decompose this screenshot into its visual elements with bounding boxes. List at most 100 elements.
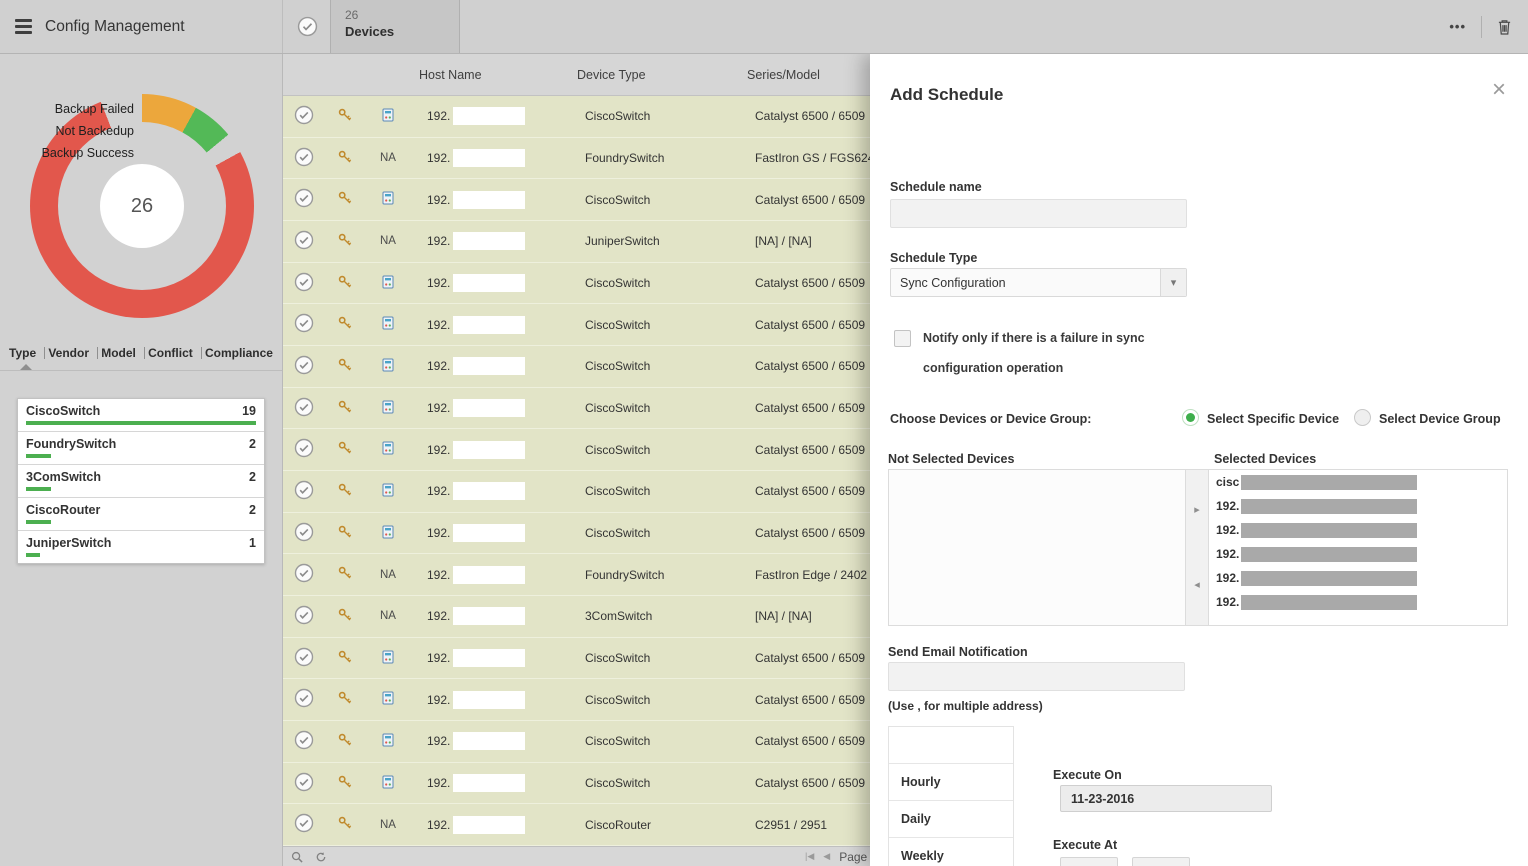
host-name-cell[interactable]: 192. <box>411 399 569 417</box>
selected-device-item[interactable]: 192. <box>1209 494 1507 518</box>
credentials-key-icon[interactable] <box>338 733 352 750</box>
row-checkbox[interactable] <box>294 605 314 628</box>
host-name-cell[interactable]: 192. <box>411 441 569 459</box>
host-name-cell[interactable]: 192. <box>411 316 569 334</box>
not-selected-devices-list[interactable] <box>888 469 1186 626</box>
row-checkbox[interactable] <box>294 647 314 670</box>
hamburger-menu-icon[interactable] <box>15 19 32 33</box>
row-checkbox[interactable] <box>294 563 314 586</box>
credentials-key-icon[interactable] <box>338 608 352 625</box>
schedule-type-select[interactable]: Sync Configuration ▾ <box>890 268 1187 297</box>
credentials-key-icon[interactable] <box>338 400 352 417</box>
host-name-cell[interactable]: 192. <box>411 774 569 792</box>
sidebar-tab[interactable]: Type <box>9 346 45 360</box>
credentials-key-icon[interactable] <box>338 525 352 542</box>
type-stat-row[interactable]: CiscoSwitch 19 <box>18 399 264 432</box>
host-name-cell[interactable]: 192. <box>411 816 569 834</box>
close-icon[interactable]: × <box>1492 78 1506 102</box>
type-stat-row[interactable]: 3ComSwitch 2 <box>18 465 264 498</box>
notify-checkbox[interactable] <box>894 330 911 347</box>
credentials-key-icon[interactable] <box>338 650 352 667</box>
row-checkbox[interactable] <box>294 522 314 545</box>
chevron-down-icon[interactable]: ▾ <box>1160 269 1186 296</box>
row-checkbox[interactable] <box>294 188 314 211</box>
credentials-key-icon[interactable] <box>338 150 352 167</box>
selected-device-item[interactable]: 192. <box>1209 542 1507 566</box>
row-checkbox[interactable] <box>294 230 314 253</box>
prev-page-icon[interactable]: ◀ <box>823 851 830 862</box>
execute-at-hour-select[interactable]: ▾ <box>1060 857 1118 866</box>
credentials-key-icon[interactable] <box>338 358 352 375</box>
selected-devices-list[interactable]: cisc 192. 192. 192. 192. 192. <box>1208 469 1508 626</box>
type-stat-row[interactable]: CiscoRouter 2 <box>18 498 264 531</box>
selected-device-item[interactable]: 192. <box>1209 590 1507 614</box>
host-name-cell[interactable]: 192. <box>411 732 569 750</box>
sidebar-tab[interactable]: Model <box>101 346 145 360</box>
row-checkbox[interactable] <box>294 688 314 711</box>
more-options-icon[interactable]: ••• <box>1449 19 1466 34</box>
host-name-cell[interactable]: 192. <box>411 566 569 584</box>
type-stat-row[interactable]: FoundrySwitch 2 <box>18 432 264 465</box>
sidebar-tab[interactable]: Conflict <box>148 346 202 360</box>
row-checkbox[interactable] <box>294 397 314 420</box>
execute-at-minute-select[interactable]: ▾ <box>1132 857 1190 866</box>
tab-devices[interactable]: 26 Devices <box>330 0 460 53</box>
move-right-icon[interactable]: ▸ <box>1186 503 1208 516</box>
row-checkbox[interactable] <box>294 272 314 295</box>
row-checkbox[interactable] <box>294 813 314 836</box>
execute-on-date-input[interactable]: 11-23-2016 <box>1060 785 1272 812</box>
host-name-cell[interactable]: 192. <box>411 149 569 167</box>
credentials-key-icon[interactable] <box>338 108 352 125</box>
column-host-name[interactable]: Host Name <box>411 68 569 82</box>
host-name-cell[interactable]: 192. <box>411 607 569 625</box>
sidebar-tab[interactable]: Compliance <box>205 346 273 360</box>
row-checkbox[interactable] <box>294 772 314 795</box>
email-input[interactable] <box>888 662 1185 691</box>
credentials-key-icon[interactable] <box>338 316 352 333</box>
credentials-key-icon[interactable] <box>338 233 352 250</box>
host-name-cell[interactable]: 192. <box>411 691 569 709</box>
schedule-tab[interactable]: Weekly <box>889 838 1013 866</box>
row-checkbox[interactable] <box>294 313 314 336</box>
credentials-key-icon[interactable] <box>338 483 352 500</box>
host-name-cell[interactable]: 192. <box>411 649 569 667</box>
row-checkbox[interactable] <box>294 480 314 503</box>
schedule-tab[interactable]: Daily <box>889 801 1013 838</box>
host-name-cell[interactable]: 192. <box>411 191 569 209</box>
host-name-cell[interactable]: 192. <box>411 232 569 250</box>
refresh-icon[interactable] <box>315 851 327 863</box>
search-icon[interactable] <box>291 851 303 863</box>
selected-device-item[interactable]: cisc <box>1209 470 1507 494</box>
row-checkbox[interactable] <box>294 105 314 128</box>
move-left-icon[interactable]: ◂ <box>1186 578 1208 591</box>
select-all-checkbox[interactable] <box>297 16 318 37</box>
row-checkbox[interactable] <box>294 355 314 378</box>
sidebar-tab[interactable]: Vendor <box>48 346 98 360</box>
first-page-icon[interactable]: |◀ <box>805 851 814 862</box>
column-device-type[interactable]: Device Type <box>569 68 739 82</box>
host-name-cell[interactable]: 192. <box>411 357 569 375</box>
credentials-key-icon[interactable] <box>338 816 352 833</box>
credentials-key-icon[interactable] <box>338 441 352 458</box>
credentials-key-icon[interactable] <box>338 191 352 208</box>
credentials-key-icon[interactable] <box>338 691 352 708</box>
credentials-key-icon[interactable] <box>338 775 352 792</box>
selected-device-item[interactable]: 192. <box>1209 518 1507 542</box>
radio-select-device-group[interactable] <box>1354 409 1371 426</box>
host-name-cell[interactable]: 192. <box>411 274 569 292</box>
host-name-cell[interactable]: 192. <box>411 107 569 125</box>
host-name-cell[interactable]: 192. <box>411 482 569 500</box>
schedule-name-input[interactable] <box>890 199 1187 228</box>
selected-device-item[interactable]: 192. <box>1209 566 1507 590</box>
trash-icon[interactable] <box>1497 18 1512 36</box>
credentials-key-icon[interactable] <box>338 566 352 583</box>
credentials-key-icon[interactable] <box>338 275 352 292</box>
radio-select-specific-device[interactable] <box>1182 409 1199 426</box>
type-stat-row[interactable]: JuniperSwitch 1 <box>18 531 264 563</box>
host-name-cell[interactable]: 192. <box>411 524 569 542</box>
row-checkbox[interactable] <box>294 730 314 753</box>
schedule-tab[interactable]: Hourly <box>889 764 1013 801</box>
row-checkbox[interactable] <box>294 438 314 461</box>
schedule-tab[interactable] <box>889 727 1013 764</box>
row-checkbox[interactable] <box>294 147 314 170</box>
